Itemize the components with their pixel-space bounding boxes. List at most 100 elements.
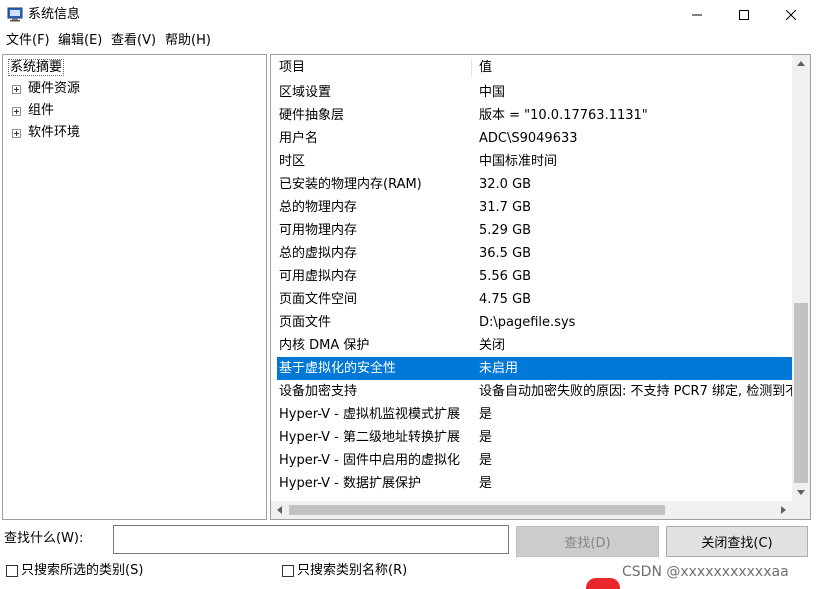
row-item-cell: Hyper-V - 第二级地址转换扩展: [279, 430, 461, 445]
row-value-cell: 5.56 GB: [479, 269, 532, 284]
search-category-names-checkbox[interactable]: [282, 565, 294, 577]
row-item-cell: Hyper-V - 虚拟机监视模式扩展: [279, 407, 461, 422]
list-row[interactable]: 总的虚拟内存 36.5 GB: [277, 242, 792, 265]
expand-icon[interactable]: [12, 107, 21, 116]
row-item-cell: 总的虚拟内存: [279, 246, 358, 261]
list-header: 项目 值: [271, 55, 792, 81]
list-row[interactable]: 硬件抽象层 版本 = "10.0.17763.1131": [277, 104, 792, 127]
close-button[interactable]: [768, 0, 814, 30]
expand-icon[interactable]: [12, 85, 21, 94]
tree-item-system-summary[interactable]: 系统摘要: [8, 58, 65, 78]
minimize-icon: [692, 14, 702, 16]
list-row[interactable]: 页面文件空间 4.75 GB: [277, 288, 792, 311]
row-value-cell: 版本 = "10.0.17763.1131": [479, 108, 648, 123]
row-value-cell: 36.5 GB: [479, 246, 532, 261]
tree-item-software-environment[interactable]: 软件环境: [3, 123, 263, 143]
column-divider[interactable]: [471, 58, 472, 78]
scroll-up-icon[interactable]: [797, 61, 805, 66]
list-row[interactable]: 页面文件 D:\pagefile.sys: [277, 311, 792, 334]
row-item-cell: 区域设置: [279, 85, 332, 100]
search-selected-category-label[interactable]: 只搜索所选的类别(S): [21, 562, 143, 580]
row-value-cell: 关闭: [479, 338, 506, 353]
menu-bar: 文件(F) 编辑(E) 查看(V) 帮助(H): [0, 30, 816, 51]
tree-item-label: 系统摘要: [8, 59, 65, 76]
vertical-scrollbar[interactable]: [792, 55, 810, 501]
horizontal-scroll-thumb[interactable]: [289, 505, 665, 515]
row-value-cell: 是: [479, 430, 493, 445]
scrollbar-corner: [792, 501, 810, 519]
scroll-down-icon[interactable]: [797, 490, 805, 495]
maximize-icon: [739, 10, 749, 20]
row-value-cell: 4.75 GB: [479, 292, 532, 307]
row-item-cell: 硬件抽象层: [279, 108, 345, 123]
row-item-cell: 页面文件空间: [279, 292, 358, 307]
horizontal-scrollbar[interactable]: [271, 501, 792, 519]
row-value-cell: D:\pagefile.sys: [479, 315, 576, 330]
watermark-text: CSDN @xxxxxxxxxxxaa: [622, 564, 789, 580]
list-row[interactable]: 可用物理内存 5.29 GB: [277, 219, 792, 242]
row-value-cell: 是: [479, 407, 493, 422]
row-value-cell: 未启用: [479, 361, 519, 376]
list-row[interactable]: Hyper-V - 第二级地址转换扩展 是: [277, 426, 792, 449]
row-value-cell: 是: [479, 453, 493, 468]
scroll-left-icon[interactable]: [277, 506, 282, 514]
list-row[interactable]: Hyper-V - 虚拟机监视模式扩展 是: [277, 403, 792, 426]
list-row[interactable]: 基于虚拟化的安全性 未启用: [277, 357, 792, 380]
row-value-cell: 中国标准时间: [479, 154, 558, 169]
tree-item-components[interactable]: 组件: [3, 101, 263, 121]
minimize-button[interactable]: [674, 0, 720, 30]
row-value-cell: 设备自动加密失败的原因: 不支持 PCR7 绑定, 检测到不: [479, 384, 792, 399]
list-row[interactable]: Hyper-V - 固件中启用的虚拟化 是: [277, 449, 792, 472]
row-item-cell: 可用物理内存: [279, 223, 358, 238]
list-row[interactable]: 总的物理内存 31.7 GB: [277, 196, 792, 219]
details-list[interactable]: 项目 值 区域设置 中国硬件抽象层 版本 = "10.0.17763.1131" 用户…: [270, 54, 811, 520]
title-bar[interactable]: 系统信息: [0, 0, 816, 30]
column-header-item[interactable]: 项目: [279, 55, 305, 81]
search-selected-category-checkbox[interactable]: [6, 565, 18, 577]
row-value-cell: 中国: [479, 85, 506, 100]
close-find-button[interactable]: 关闭查找(C): [666, 526, 808, 557]
category-tree[interactable]: 系统摘要 硬件资源 组件 软件环境: [2, 54, 267, 520]
list-row[interactable]: 可用虚拟内存 5.56 GB: [277, 265, 792, 288]
system-info-app-icon: [7, 6, 23, 22]
row-value-cell: 5.29 GB: [479, 223, 532, 238]
menu-help[interactable]: 帮助(H): [165, 32, 211, 49]
list-row[interactable]: 区域设置 中国: [277, 81, 792, 104]
window-title: 系统信息: [28, 7, 81, 22]
vertical-scroll-thumb[interactable]: [794, 303, 808, 483]
row-item-cell: 设备加密支持: [279, 384, 358, 399]
row-item-cell: 基于虚拟化的安全性: [279, 361, 397, 376]
list-row[interactable]: 已安装的物理内存(RAM) 32.0 GB: [277, 173, 792, 196]
row-item-cell: 时区: [279, 154, 306, 169]
list-row[interactable]: 设备加密支持 设备自动加密失败的原因: 不支持 PCR7 绑定, 检测到不: [277, 380, 792, 403]
find-what-input[interactable]: [113, 525, 509, 554]
list-row[interactable]: 用户名 ADC\S9049633: [277, 127, 792, 150]
row-item-cell: 可用虚拟内存: [279, 269, 358, 284]
row-item-cell: 用户名: [279, 131, 319, 146]
expand-icon[interactable]: [12, 129, 21, 138]
row-item-cell: 已安装的物理内存(RAM): [279, 177, 422, 192]
scroll-right-icon[interactable]: [781, 506, 786, 514]
row-value-cell: ADC\S9049633: [479, 131, 578, 146]
list-row[interactable]: 内核 DMA 保护 关闭: [277, 334, 792, 357]
column-header-value[interactable]: 值: [479, 55, 492, 81]
find-button[interactable]: 查找(D): [516, 526, 659, 557]
row-value-cell: 32.0 GB: [479, 177, 532, 192]
row-value-cell: 是: [479, 476, 493, 491]
find-what-label: 查找什么(W):: [4, 531, 84, 546]
row-item-cell: Hyper-V - 固件中启用的虚拟化: [279, 453, 461, 468]
row-item-cell: 内核 DMA 保护: [279, 338, 370, 353]
close-icon: [786, 10, 796, 20]
menu-file[interactable]: 文件(F): [6, 32, 50, 49]
list-row[interactable]: Hyper-V - 数据扩展保护 是: [277, 472, 792, 495]
background-red-shape: [586, 578, 620, 589]
list-row[interactable]: 时区 中国标准时间: [277, 150, 792, 173]
tree-item-label: 组件: [28, 103, 55, 118]
tree-item-label: 软件环境: [28, 125, 81, 140]
row-item-cell: 页面文件: [279, 315, 332, 330]
tree-item-hardware-resources[interactable]: 硬件资源: [3, 79, 263, 99]
menu-view[interactable]: 查看(V): [111, 32, 156, 49]
maximize-button[interactable]: [721, 0, 767, 30]
menu-edit[interactable]: 编辑(E): [58, 32, 102, 49]
search-category-names-label[interactable]: 只搜索类别名称(R): [297, 562, 407, 580]
